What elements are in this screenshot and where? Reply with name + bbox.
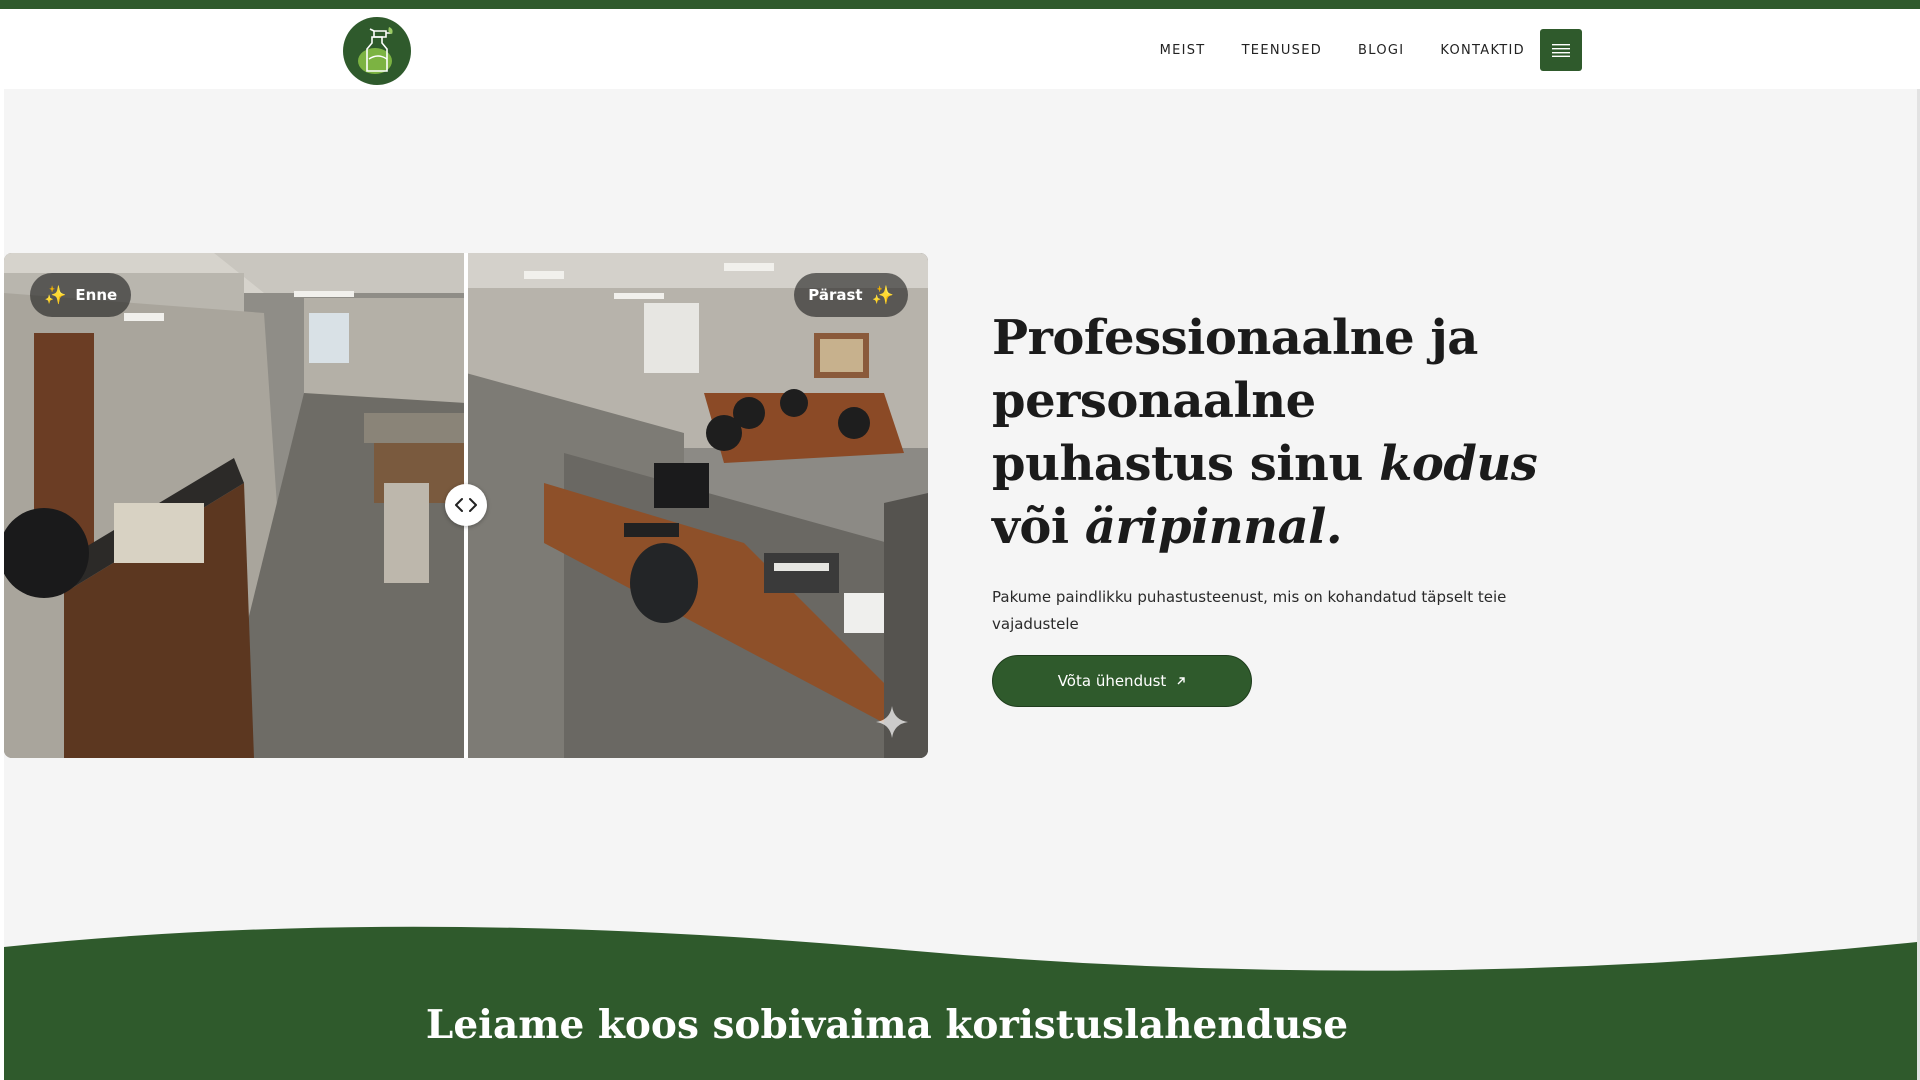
hero-title-em-aripinnal: äripinnal. xyxy=(1084,499,1343,555)
hero-text: Professionaalne ja personaalne puhastus … xyxy=(992,307,1572,707)
section-title: Leiame koos sobivaima koristuslahenduse xyxy=(425,1002,1349,1048)
arrow-up-right-icon xyxy=(1177,677,1185,685)
hero-section: ✨ Enne Pärast ✨ Professionaalne ja perso… xyxy=(4,89,1917,1080)
nav-link-meist[interactable]: MEIST xyxy=(1160,43,1206,58)
menu-button[interactable] xyxy=(1540,29,1582,71)
contact-button-label: Võta ühendust xyxy=(1057,672,1167,690)
sparkle-icon: ✨ xyxy=(44,284,67,306)
after-label: Pärast ✨ xyxy=(794,273,908,317)
after-label-text: Pärast xyxy=(808,286,863,304)
before-label-text: Enne xyxy=(75,286,118,304)
sparkle-icon: ✨ xyxy=(871,284,894,306)
nav-link-teenused[interactable]: TEENUSED xyxy=(1242,43,1322,58)
nav-link-kontaktid[interactable]: KONTAKTID xyxy=(1440,43,1525,58)
chevrons-left-right-icon xyxy=(455,498,477,512)
spray-bottle-icon xyxy=(358,27,393,74)
star-icon xyxy=(876,706,908,738)
before-after-slider[interactable]: ✨ Enne Pärast ✨ xyxy=(4,253,928,758)
hero-title-em-kodus: kodus xyxy=(1379,436,1538,492)
main-nav: MEIST TEENUSED BLOGI KONTAKTID xyxy=(1124,29,1582,71)
hero-title: Professionaalne ja personaalne puhastus … xyxy=(992,307,1572,559)
hero-lead: Pakume paindlikku puhastusteenust, mis o… xyxy=(992,588,1507,633)
contact-button[interactable]: Võta ühendust xyxy=(992,655,1252,707)
before-label: ✨ Enne xyxy=(30,273,132,317)
nav-link-blogi[interactable]: BLOGI xyxy=(1358,43,1404,58)
hamburger-icon xyxy=(1552,44,1570,57)
site-header: MEIST TEENUSED BLOGI KONTAKTID xyxy=(0,9,1920,89)
logo[interactable] xyxy=(343,17,411,85)
hero-title-part2: või xyxy=(992,499,1085,555)
slider-handle[interactable] xyxy=(445,484,487,526)
top-accent-stripe xyxy=(0,0,1920,9)
